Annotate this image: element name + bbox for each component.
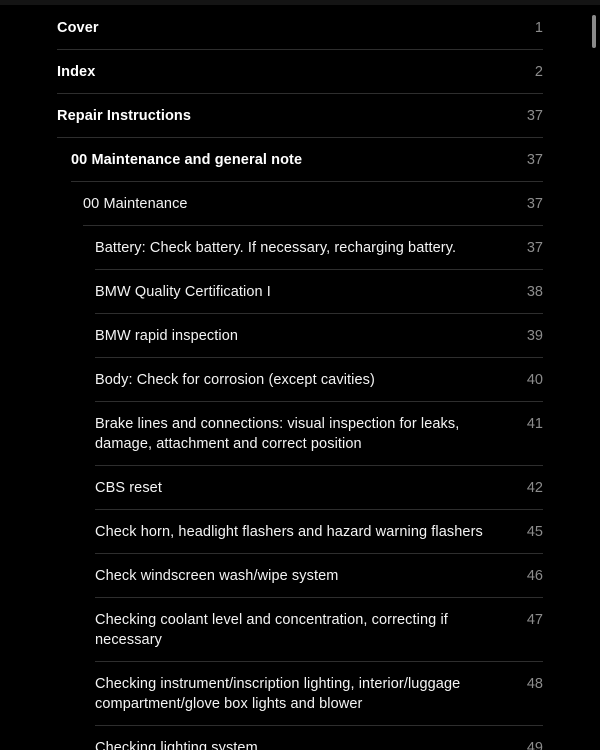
- toc-entry[interactable]: Checking instrument/inscription lighting…: [0, 662, 600, 726]
- app-window: Cover 1 Index 2 Repair Instructions 37 00 Main…: [0, 0, 600, 750]
- toc-entry-page-number: 39: [526, 328, 543, 344]
- scrollbar-thumb[interactable]: [592, 15, 596, 48]
- toc-entry[interactable]: Battery: Check battery. If necessary, re…: [0, 226, 600, 270]
- toc-entry-title: Index: [57, 64, 96, 80]
- toc-entry-title: Checking coolant level and concentration…: [95, 612, 448, 648]
- toc-entry-page-number: 46: [526, 568, 543, 584]
- toc-entry-title: 00 Maintenance: [83, 196, 188, 212]
- toc-entry-title: Battery: Check battery. If necessary, re…: [95, 240, 457, 256]
- toc-entry-title: BMW rapid inspection: [95, 328, 239, 344]
- toc-entry-page-number: 47: [526, 612, 543, 628]
- toc-entry-page-number: 37: [526, 240, 543, 256]
- toc-entry-page-number: 41: [526, 416, 543, 432]
- toc-entry-title: Checking instrument/inscription lighting…: [95, 676, 461, 712]
- toc-entry-title: Checking lighting system: [95, 740, 258, 750]
- toc-entry-title: CBS reset: [95, 480, 162, 496]
- toc-entry-title: Check windscreen wash/wipe system: [95, 568, 339, 584]
- toc-entry-page-number: 42: [526, 480, 543, 496]
- table-of-contents-list[interactable]: Cover 1 Index 2 Repair Instructions 37 00 Main…: [0, 5, 600, 750]
- toc-entry-page-number: 45: [526, 524, 543, 540]
- toc-entry[interactable]: Cover 1: [0, 6, 600, 50]
- toc-entry[interactable]: CBS reset 42: [0, 466, 600, 510]
- toc-entry[interactable]: Checking coolant level and concentration…: [0, 598, 600, 662]
- toc-entry[interactable]: Checking lighting system 49: [0, 726, 600, 750]
- toc-entry-page-number: 49: [526, 740, 543, 750]
- toc-entry-page-number: 48: [526, 676, 543, 692]
- toc-entry[interactable]: Check horn, headlight flashers and hazar…: [0, 510, 600, 554]
- toc-entry[interactable]: 00 Maintenance and general note 37: [0, 138, 600, 182]
- toc-entry-title: Repair Instructions: [57, 108, 192, 124]
- toc-entry-page-number: 2: [534, 64, 543, 80]
- toc-entry-page-number: 37: [526, 108, 543, 124]
- toc-entry[interactable]: Repair Instructions 37: [0, 94, 600, 138]
- toc-entry-page-number: 1: [534, 20, 543, 36]
- toc-entry[interactable]: Body: Check for corrosion (except caviti…: [0, 358, 600, 402]
- toc-entry-page-number: 40: [526, 372, 543, 388]
- toc-entry[interactable]: Index 2: [0, 50, 600, 94]
- toc-entry-title: Check horn, headlight flashers and hazar…: [95, 524, 483, 540]
- toc-entry[interactable]: 00 Maintenance 37: [0, 182, 600, 226]
- toc-entry-title: 00 Maintenance and general note: [71, 152, 303, 168]
- toc-entry-page-number: 38: [526, 284, 543, 300]
- scrollbar-track[interactable]: [592, 5, 598, 750]
- toc-entry[interactable]: BMW rapid inspection 39: [0, 314, 600, 358]
- toc-entry-title: Body: Check for corrosion (except caviti…: [95, 372, 375, 388]
- toc-entry-page-number: 37: [526, 196, 543, 212]
- toc-entry-title: BMW Quality Certification I: [95, 284, 271, 300]
- toc-entry[interactable]: BMW Quality Certification I 38: [0, 270, 600, 314]
- toc-entry-page-number: 37: [526, 152, 543, 168]
- toc-entry-title: Brake lines and connections: visual insp…: [95, 416, 460, 452]
- toc-entry-title: Cover: [57, 20, 99, 36]
- toc-entry[interactable]: Check windscreen wash/wipe system 46: [0, 554, 600, 598]
- toc-entry[interactable]: Brake lines and connections: visual insp…: [0, 402, 600, 466]
